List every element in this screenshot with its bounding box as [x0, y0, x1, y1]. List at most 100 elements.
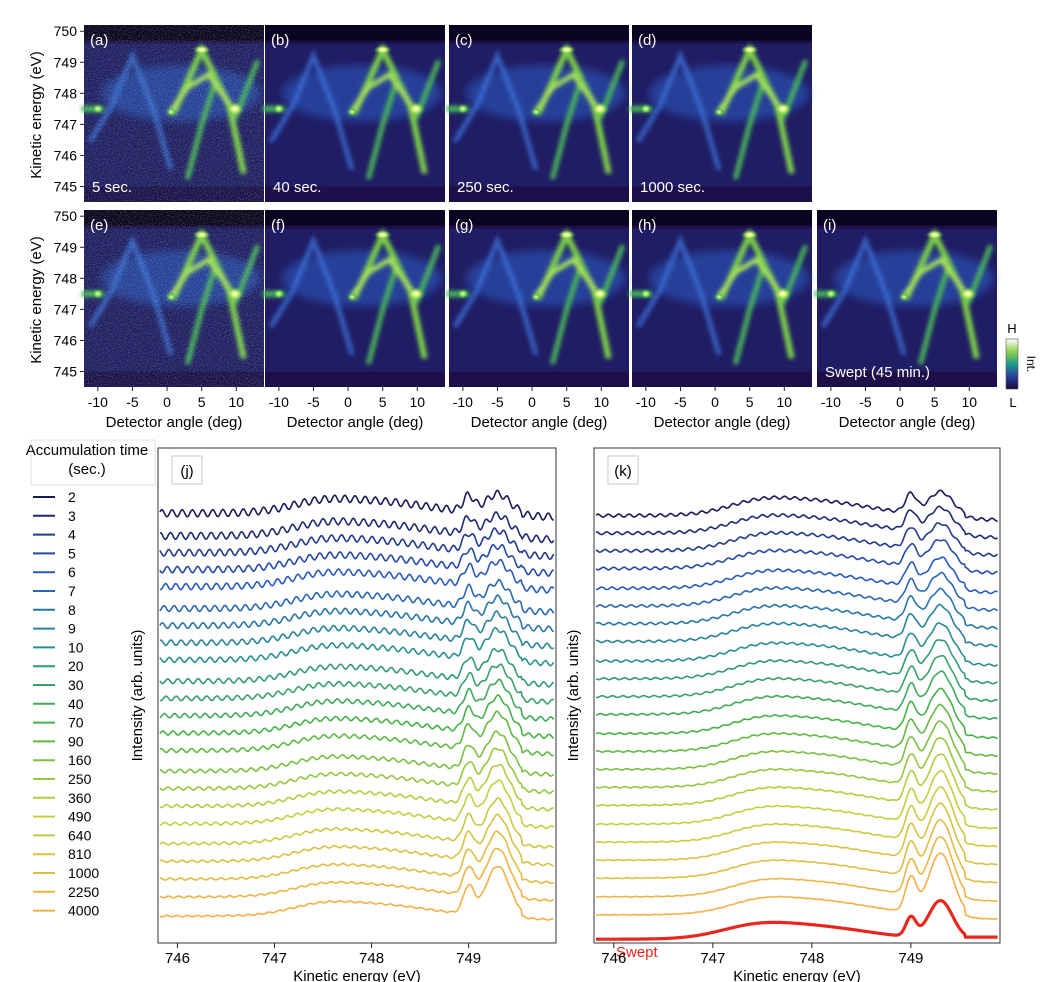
legend-entry: 3 [68, 508, 76, 524]
legend-entry: 490 [68, 809, 92, 825]
map-panel-label: (c) [455, 32, 473, 49]
spectra-panel-label: (k) [614, 463, 632, 480]
legend-entry: 640 [68, 827, 92, 843]
map-xtick-label: -5 [674, 394, 687, 410]
map-panel-g: (g) -10 -5 0 5 10 Detector angle (deg) [446, 210, 629, 431]
map-xtick-label: 10 [410, 394, 426, 410]
map-xtick-label: 5 [379, 394, 387, 410]
map-ytick-label: 748 [54, 270, 78, 286]
map-xtick-label: -10 [269, 394, 289, 410]
spectra-xtick-label: 746 [601, 950, 626, 967]
map-panel-d: (d) 1000 sec. [629, 25, 812, 202]
map-xtick-label: -10 [821, 394, 841, 410]
map-panel-caption: 250 sec. [457, 179, 514, 196]
map-xtick-label: 5 [198, 394, 206, 410]
map-panel-label: (d) [638, 32, 656, 49]
map-xlabel: Detector angle (deg) [287, 414, 424, 431]
legend-entry: 9 [68, 621, 76, 637]
colorbar-low-label: L [1009, 395, 1016, 410]
map-panel-a: (a) 5 sec. 745 746 747 748 749 750 [54, 23, 264, 202]
map-panel-label: (e) [90, 217, 108, 234]
legend-title-line1: Accumulation time [26, 442, 149, 459]
spectra-panel-label: (j) [180, 463, 193, 480]
map-ytick-label: 748 [54, 85, 78, 101]
map-panel-label: (h) [638, 217, 656, 234]
legend-title-line2: (sec.) [68, 461, 106, 478]
angle-energy-maps: (a) 5 sec. 745 746 747 748 749 750 (b) 40 sec. (c)… [54, 23, 997, 431]
map-panel-caption: 40 sec. [273, 179, 321, 196]
legend-entry: 250 [68, 771, 92, 787]
map-xtick-label: 10 [594, 394, 610, 410]
map-panel-label: (i) [823, 217, 836, 234]
legend-entry: 160 [68, 752, 92, 768]
map-panel-i: (i) Swept (45 min.) -10 -5 0 5 10 Detector angl… [814, 210, 997, 431]
map-panel-label: (b) [271, 32, 289, 49]
colorbar-high-label: H [1007, 321, 1016, 336]
maps-ylabel-bottom: Kinetic energy (eV) [28, 236, 45, 364]
colorbar-scale [1005, 338, 1019, 390]
map-xtick-label: 5 [746, 394, 754, 410]
map-panel-label: (g) [455, 217, 473, 234]
spectra-xtick-label: 746 [165, 950, 190, 967]
map-xtick-label: -5 [491, 394, 504, 410]
map-ytick-label: 749 [54, 239, 78, 255]
legend-entry: 40 [68, 696, 84, 712]
spectra-xtick-label: 747 [700, 950, 725, 967]
map-ytick-label: 749 [54, 54, 78, 70]
legend-entry: 70 [68, 715, 84, 731]
map-xtick-label: -5 [859, 394, 872, 410]
map-ytick-label: 747 [54, 116, 78, 132]
map-panel-c: (c) 250 sec. [446, 25, 629, 202]
legend-entry: 8 [68, 602, 76, 618]
spectra-xtick-label: 749 [898, 950, 923, 967]
map-xtick-label: 0 [163, 394, 171, 410]
maps-ylabel-top: Kinetic energy (eV) [28, 51, 45, 179]
map-panel-label: (a) [90, 32, 108, 49]
map-xtick-label: 10 [777, 394, 793, 410]
map-xtick-label: 0 [344, 394, 352, 410]
map-ytick-label: 746 [54, 147, 78, 163]
map-ytick-label: 750 [54, 208, 78, 224]
map-xtick-label: -5 [307, 394, 320, 410]
map-xlabel: Detector angle (deg) [654, 414, 791, 431]
map-xtick-label: 0 [528, 394, 536, 410]
legend-entry: 2 [68, 489, 76, 505]
map-ytick-label: 745 [54, 178, 78, 194]
spectra-ylabel: Intensity (arb. units) [565, 630, 582, 762]
map-xlabel: Detector angle (deg) [471, 414, 608, 431]
map-panel-label: (f) [271, 217, 285, 234]
legend-entry: 7 [68, 583, 76, 599]
colorbar: H L Int. [1005, 321, 1038, 410]
map-panel-caption: 5 sec. [92, 179, 132, 196]
map-xlabel: Detector angle (deg) [839, 414, 976, 431]
panel-j: (j) 746 747 748 749 Kinetic energy (eV) Intens… [129, 447, 557, 982]
spectra-xlabel: Kinetic energy (eV) [293, 968, 421, 982]
map-xtick-label: 5 [563, 394, 571, 410]
legend-entry: 30 [68, 677, 84, 693]
legend-entry: 4000 [68, 903, 99, 919]
map-xtick-label: -10 [636, 394, 656, 410]
map-ytick-label: 750 [54, 23, 78, 39]
figure: (a)5 sec.745746747748749750(b)40 sec.(c)… [26, 23, 1038, 982]
legend-entry: 6 [68, 564, 76, 580]
spectra-xtick-label: 747 [262, 950, 287, 967]
legend-entry: 5 [68, 545, 76, 561]
map-xtick-label: 5 [931, 394, 939, 410]
map-panel-caption: Swept (45 min.) [825, 364, 930, 381]
map-xlabel: Detector angle (deg) [106, 414, 243, 431]
map-xtick-label: -5 [126, 394, 139, 410]
map-xtick-label: 0 [896, 394, 904, 410]
map-panel-b: (b) 40 sec. [262, 25, 445, 202]
map-ytick-label: 746 [54, 332, 78, 348]
map-xtick-label: 10 [962, 394, 978, 410]
legend-entry: 4 [68, 527, 76, 543]
spectra-xtick-label: 748 [359, 950, 384, 967]
legend-entry: 10 [68, 639, 84, 655]
spectra-xtick-label: 749 [456, 950, 481, 967]
legend-entry: 20 [68, 658, 84, 674]
map-ytick-label: 745 [54, 363, 78, 379]
map-xtick-label: 10 [229, 394, 245, 410]
map-xtick-label: 0 [711, 394, 719, 410]
spectra-xlabel: Kinetic energy (eV) [733, 968, 861, 982]
map-panel-f: (f) -10 -5 0 5 10 Detector angle (deg) [262, 210, 445, 431]
